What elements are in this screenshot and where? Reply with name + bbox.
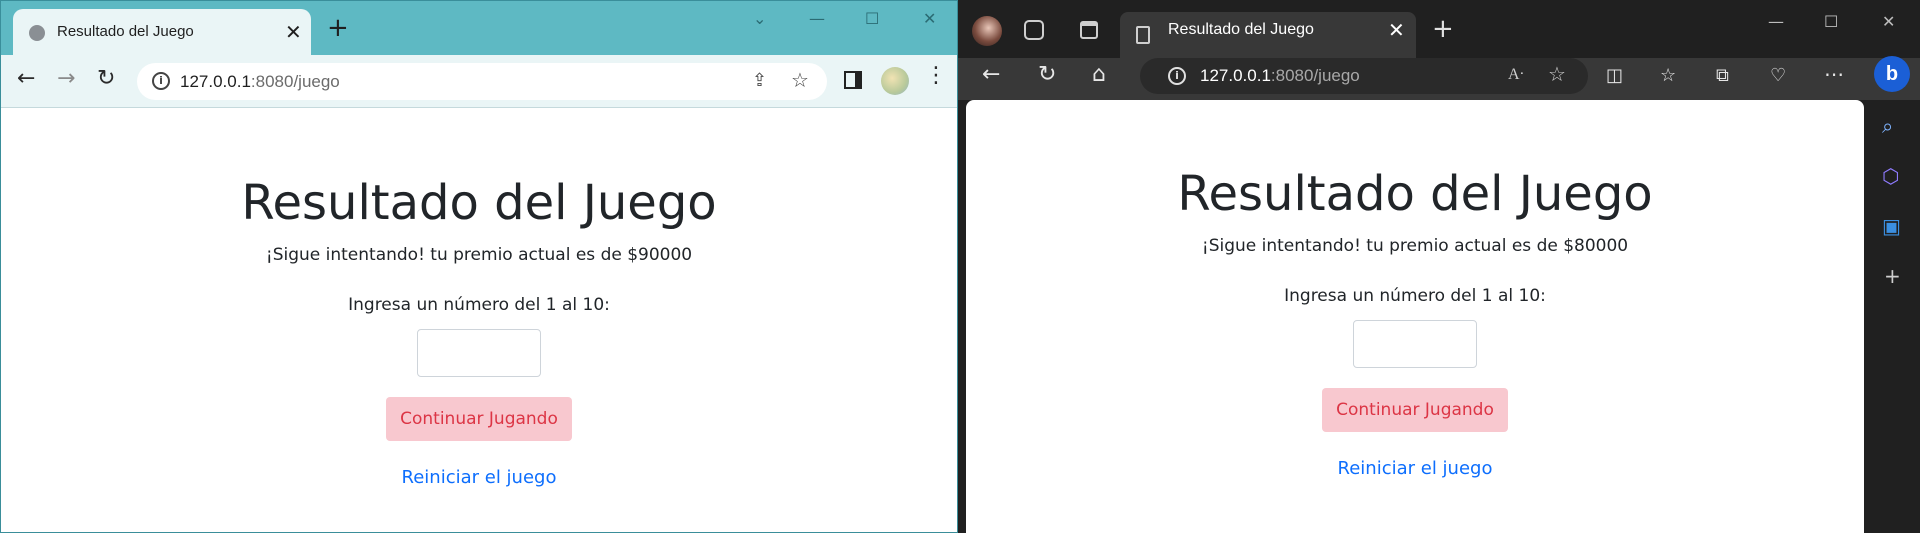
read-aloud-icon[interactable]: Aᐧ [1508, 64, 1524, 84]
page-title: Resultado del Juego [241, 175, 717, 231]
chrome-window: Resultado del Juego ✕ + ⌄ — ☐ ✕ ← → ↻ i … [0, 0, 958, 533]
minimize-button[interactable]: — [809, 9, 825, 28]
back-button[interactable]: ← [982, 64, 1000, 86]
tab-active[interactable]: Resultado del Juego ✕ [13, 9, 311, 55]
edge-sidebar: ⌕ ⬡ ▣ + [1866, 100, 1920, 533]
page-content: Resultado del Juego ¡Sigue intentando! t… [966, 100, 1864, 533]
favorite-star-icon[interactable]: ☆ [1548, 62, 1566, 86]
toolbar: ← → ↻ i 127.0.0.1:8080/juego ⇪ ☆ ⋮ [1, 55, 957, 108]
copilot-icon[interactable]: ⬡ [1882, 166, 1899, 186]
profile-avatar[interactable] [972, 16, 1002, 46]
number-input-label: Ingresa un número del 1 al 10: [1284, 286, 1546, 306]
health-icon[interactable]: ♡ [1770, 67, 1786, 85]
continue-button[interactable]: Continuar Jugando [386, 397, 572, 441]
menu-dots-icon[interactable]: ⋮ [925, 65, 947, 87]
site-info-icon[interactable]: i [152, 72, 170, 90]
globe-icon [29, 25, 45, 41]
address-bar[interactable]: i 127.0.0.1:8080/juego ⇪ ☆ [137, 63, 827, 100]
number-input[interactable] [1353, 320, 1477, 368]
tab-strip: Resultado del Juego ✕ + — ☐ ✕ [958, 0, 1920, 58]
bookmark-star-icon[interactable]: ☆ [791, 68, 809, 92]
side-panel-icon[interactable] [844, 71, 862, 89]
tab-actions-icon[interactable] [1080, 21, 1098, 39]
favorites-icon[interactable]: ☆ [1660, 67, 1676, 85]
number-input-label: Ingresa un número del 1 al 10: [348, 295, 610, 315]
profile-avatar[interactable] [881, 67, 909, 95]
outlook-icon[interactable]: ▣ [1882, 216, 1901, 236]
page-title: Resultado del Juego [1177, 166, 1653, 222]
collections-icon[interactable]: ⧉ [1716, 67, 1729, 85]
restart-link[interactable]: Reiniciar el juego [966, 458, 1864, 479]
number-input[interactable] [417, 329, 541, 377]
edge-window: Resultado del Juego ✕ + — ☐ ✕ ← ↻ ⌂ i 12… [958, 0, 1920, 533]
result-message: ¡Sigue intentando! tu premio actual es d… [1201, 236, 1629, 256]
share-icon[interactable]: ⇪ [752, 70, 767, 91]
url-text[interactable]: 127.0.0.1:8080/juego [1200, 66, 1360, 86]
tab-search-chevron-icon[interactable]: ⌄ [753, 9, 766, 28]
maximize-button[interactable]: ☐ [1824, 12, 1838, 31]
url-text[interactable]: 127.0.0.1:8080/juego [180, 72, 340, 92]
split-screen-icon[interactable]: ◫ [1606, 67, 1623, 85]
close-tab-icon[interactable]: ✕ [285, 20, 302, 44]
back-button[interactable]: ← [17, 68, 35, 90]
continue-button[interactable]: Continuar Jugando [1322, 388, 1508, 432]
tab-title: Resultado del Juego [1168, 21, 1314, 38]
minimize-button[interactable]: — [1768, 12, 1784, 31]
new-tab-button[interactable]: + [1432, 16, 1454, 42]
page-content: Resultado del Juego ¡Sigue intentando! t… [1, 109, 957, 532]
site-info-icon[interactable]: i [1168, 67, 1186, 85]
toolbar: ← ↻ ⌂ i 127.0.0.1:8080/juego Aᐧ ☆ ◫ ☆ ⧉ … [958, 58, 1920, 100]
maximize-button[interactable]: ☐ [865, 9, 879, 28]
address-bar[interactable]: i 127.0.0.1:8080/juego Aᐧ ☆ [1140, 58, 1588, 94]
close-window-button[interactable]: ✕ [1882, 12, 1895, 31]
forward-button[interactable]: → [57, 68, 75, 90]
search-icon[interactable]: ⌕ [1882, 116, 1893, 136]
reload-button[interactable]: ↻ [1038, 64, 1056, 86]
tab-title: Resultado del Juego [57, 23, 194, 40]
close-tab-icon[interactable]: ✕ [1388, 18, 1405, 42]
reload-button[interactable]: ↻ [97, 68, 115, 90]
restart-link[interactable]: Reiniciar el juego [1, 467, 957, 488]
result-message: ¡Sigue intentando! tu premio actual es d… [265, 245, 693, 265]
more-options-icon[interactable]: ⋯ [1824, 64, 1844, 84]
tab-active[interactable]: Resultado del Juego ✕ [1120, 12, 1416, 58]
tab-strip: Resultado del Juego ✕ + ⌄ — ☐ ✕ [1, 1, 957, 55]
new-tab-button[interactable]: + [327, 15, 349, 41]
document-icon [1136, 26, 1150, 44]
add-sidebar-app-icon[interactable]: + [1884, 266, 1901, 286]
close-window-button[interactable]: ✕ [923, 9, 936, 28]
bing-copilot-icon[interactable]: b [1874, 56, 1910, 92]
home-icon[interactable]: ⌂ [1092, 64, 1106, 86]
workspaces-icon[interactable] [1024, 20, 1044, 40]
